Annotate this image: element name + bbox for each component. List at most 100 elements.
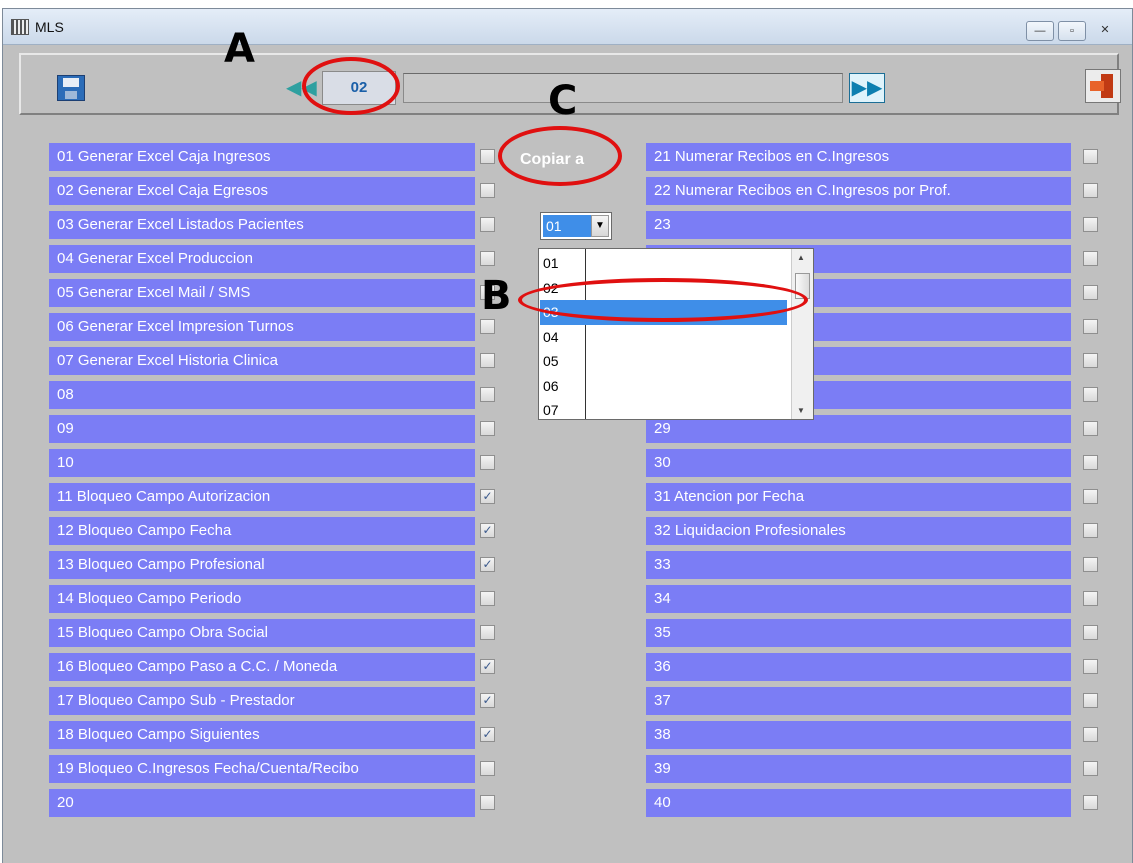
- window-title: MLS: [35, 19, 64, 35]
- permission-checkbox[interactable]: [480, 149, 495, 164]
- permission-row: 21 Numerar Recibos en C.Ingresos: [646, 143, 1071, 171]
- permission-row: 09: [49, 415, 475, 443]
- permission-checkbox[interactable]: [1083, 591, 1098, 606]
- permission-checkbox[interactable]: [1083, 319, 1098, 334]
- permission-checkbox[interactable]: [1083, 761, 1098, 776]
- permission-row: 38: [646, 721, 1071, 749]
- dropdown-option[interactable]: 06: [540, 374, 559, 399]
- minimize-button[interactable]: —: [1026, 21, 1054, 41]
- permission-checkbox[interactable]: [1083, 455, 1098, 470]
- permission-checkbox[interactable]: [1083, 387, 1098, 402]
- permission-checkbox[interactable]: [1083, 625, 1098, 640]
- permission-checkbox[interactable]: [480, 761, 495, 776]
- dropdown-option[interactable]: 07: [540, 398, 559, 423]
- permission-checkbox[interactable]: [480, 795, 495, 810]
- permission-row: 31 Atencion por Fecha: [646, 483, 1071, 511]
- dropdown-scrollbar[interactable]: ▲ ▼: [791, 249, 813, 419]
- copy-target-select[interactable]: 01 ▼: [540, 212, 612, 240]
- permission-checkbox[interactable]: [1083, 149, 1098, 164]
- permission-checkbox[interactable]: ✓: [480, 523, 495, 538]
- permission-row: 35: [646, 619, 1071, 647]
- close-button[interactable]: ✕: [1091, 21, 1119, 41]
- permission-checkbox[interactable]: [1083, 183, 1098, 198]
- scroll-up-icon[interactable]: ▲: [797, 253, 805, 262]
- save-icon[interactable]: [57, 75, 85, 101]
- fast-forward-icon[interactable]: ▶▶: [849, 73, 885, 103]
- status-strip: [3, 849, 1132, 863]
- permission-checkbox[interactable]: [1083, 285, 1098, 300]
- permission-row: 16 Bloqueo Campo Paso a C.C. / Moneda: [49, 653, 475, 681]
- permission-checkbox[interactable]: ✓: [480, 727, 495, 742]
- permission-row: 01 Generar Excel Caja Ingresos: [49, 143, 475, 171]
- permission-checkbox[interactable]: ✓: [480, 693, 495, 708]
- permission-row: 10: [49, 449, 475, 477]
- permission-checkbox[interactable]: [1083, 251, 1098, 266]
- permission-checkbox[interactable]: ✓: [480, 659, 495, 674]
- permission-checkbox[interactable]: [1083, 217, 1098, 232]
- permission-row: 18 Bloqueo Campo Siguientes: [49, 721, 475, 749]
- permission-row: 37: [646, 687, 1071, 715]
- permission-checkbox[interactable]: [1083, 659, 1098, 674]
- annotation-c-circle: [498, 126, 622, 186]
- dropdown-option[interactable]: 01: [540, 251, 559, 276]
- permission-checkbox[interactable]: [480, 591, 495, 606]
- permission-row: 13 Bloqueo Campo Profesional: [49, 551, 475, 579]
- chevron-down-icon[interactable]: ▼: [591, 215, 609, 237]
- permission-row: 30: [646, 449, 1071, 477]
- exit-door-icon[interactable]: [1085, 69, 1121, 103]
- permission-row: 20: [49, 789, 475, 817]
- permission-row: 12 Bloqueo Campo Fecha: [49, 517, 475, 545]
- permission-checkbox[interactable]: [480, 625, 495, 640]
- permission-row: 11 Bloqueo Campo Autorizacion: [49, 483, 475, 511]
- copy-target-value: 01: [543, 215, 591, 237]
- permission-checkbox[interactable]: ✓: [480, 489, 495, 504]
- permission-row: 23: [646, 211, 1071, 239]
- permission-checkbox[interactable]: [480, 455, 495, 470]
- copy-target-dropdown: ▲ ▼ 01 02 03 04 05 06 07: [538, 248, 814, 420]
- permission-row: 17 Bloqueo Campo Sub - Prestador: [49, 687, 475, 715]
- permission-row: 39: [646, 755, 1071, 783]
- annotation-c: C: [548, 78, 578, 124]
- permission-row: 40: [646, 789, 1071, 817]
- permission-checkbox[interactable]: [1083, 727, 1098, 742]
- permission-checkbox[interactable]: [480, 183, 495, 198]
- scroll-down-icon[interactable]: ▼: [797, 406, 805, 415]
- permission-checkbox[interactable]: [480, 251, 495, 266]
- permission-row: 07 Generar Excel Historia Clinica: [49, 347, 475, 375]
- maximize-button[interactable]: ▫: [1058, 21, 1086, 41]
- permission-row: 36: [646, 653, 1071, 681]
- annotation-b-circle: [518, 278, 808, 322]
- permission-checkbox[interactable]: [1083, 353, 1098, 368]
- permission-row: 05 Generar Excel Mail / SMS: [49, 279, 475, 307]
- permission-checkbox[interactable]: [1083, 557, 1098, 572]
- permission-checkbox[interactable]: [480, 387, 495, 402]
- permission-row: 06 Generar Excel Impresion Turnos: [49, 313, 475, 341]
- permission-row: 15 Bloqueo Campo Obra Social: [49, 619, 475, 647]
- permission-checkbox[interactable]: [480, 319, 495, 334]
- permission-row: 03 Generar Excel Listados Pacientes: [49, 211, 475, 239]
- permission-row: 34: [646, 585, 1071, 613]
- permission-row: 33: [646, 551, 1071, 579]
- permission-row: 02 Generar Excel Caja Egresos: [49, 177, 475, 205]
- permission-checkbox[interactable]: [480, 421, 495, 436]
- permission-checkbox[interactable]: [480, 353, 495, 368]
- permission-checkbox[interactable]: [1083, 795, 1098, 810]
- dropdown-option[interactable]: 04: [540, 325, 559, 350]
- permission-checkbox[interactable]: [1083, 489, 1098, 504]
- permission-row: 08: [49, 381, 475, 409]
- annotation-a-circle: [302, 57, 400, 115]
- annotation-a: A: [224, 26, 255, 72]
- permission-row: 14 Bloqueo Campo Periodo: [49, 585, 475, 613]
- permission-checkbox[interactable]: [1083, 693, 1098, 708]
- dropdown-option[interactable]: 05: [540, 349, 559, 374]
- permission-row: 22 Numerar Recibos en C.Ingresos por Pro…: [646, 177, 1071, 205]
- permission-checkbox[interactable]: ✓: [480, 557, 495, 572]
- permission-row: 19 Bloqueo C.Ingresos Fecha/Cuenta/Recib…: [49, 755, 475, 783]
- app-icon: [11, 19, 29, 35]
- permission-checkbox[interactable]: [1083, 421, 1098, 436]
- record-description-field[interactable]: [403, 73, 843, 103]
- permission-checkbox[interactable]: [1083, 523, 1098, 538]
- title-bar: MLS — ▫ ✕: [3, 9, 1132, 45]
- permission-row: 04 Generar Excel Produccion: [49, 245, 475, 273]
- permission-checkbox[interactable]: [480, 217, 495, 232]
